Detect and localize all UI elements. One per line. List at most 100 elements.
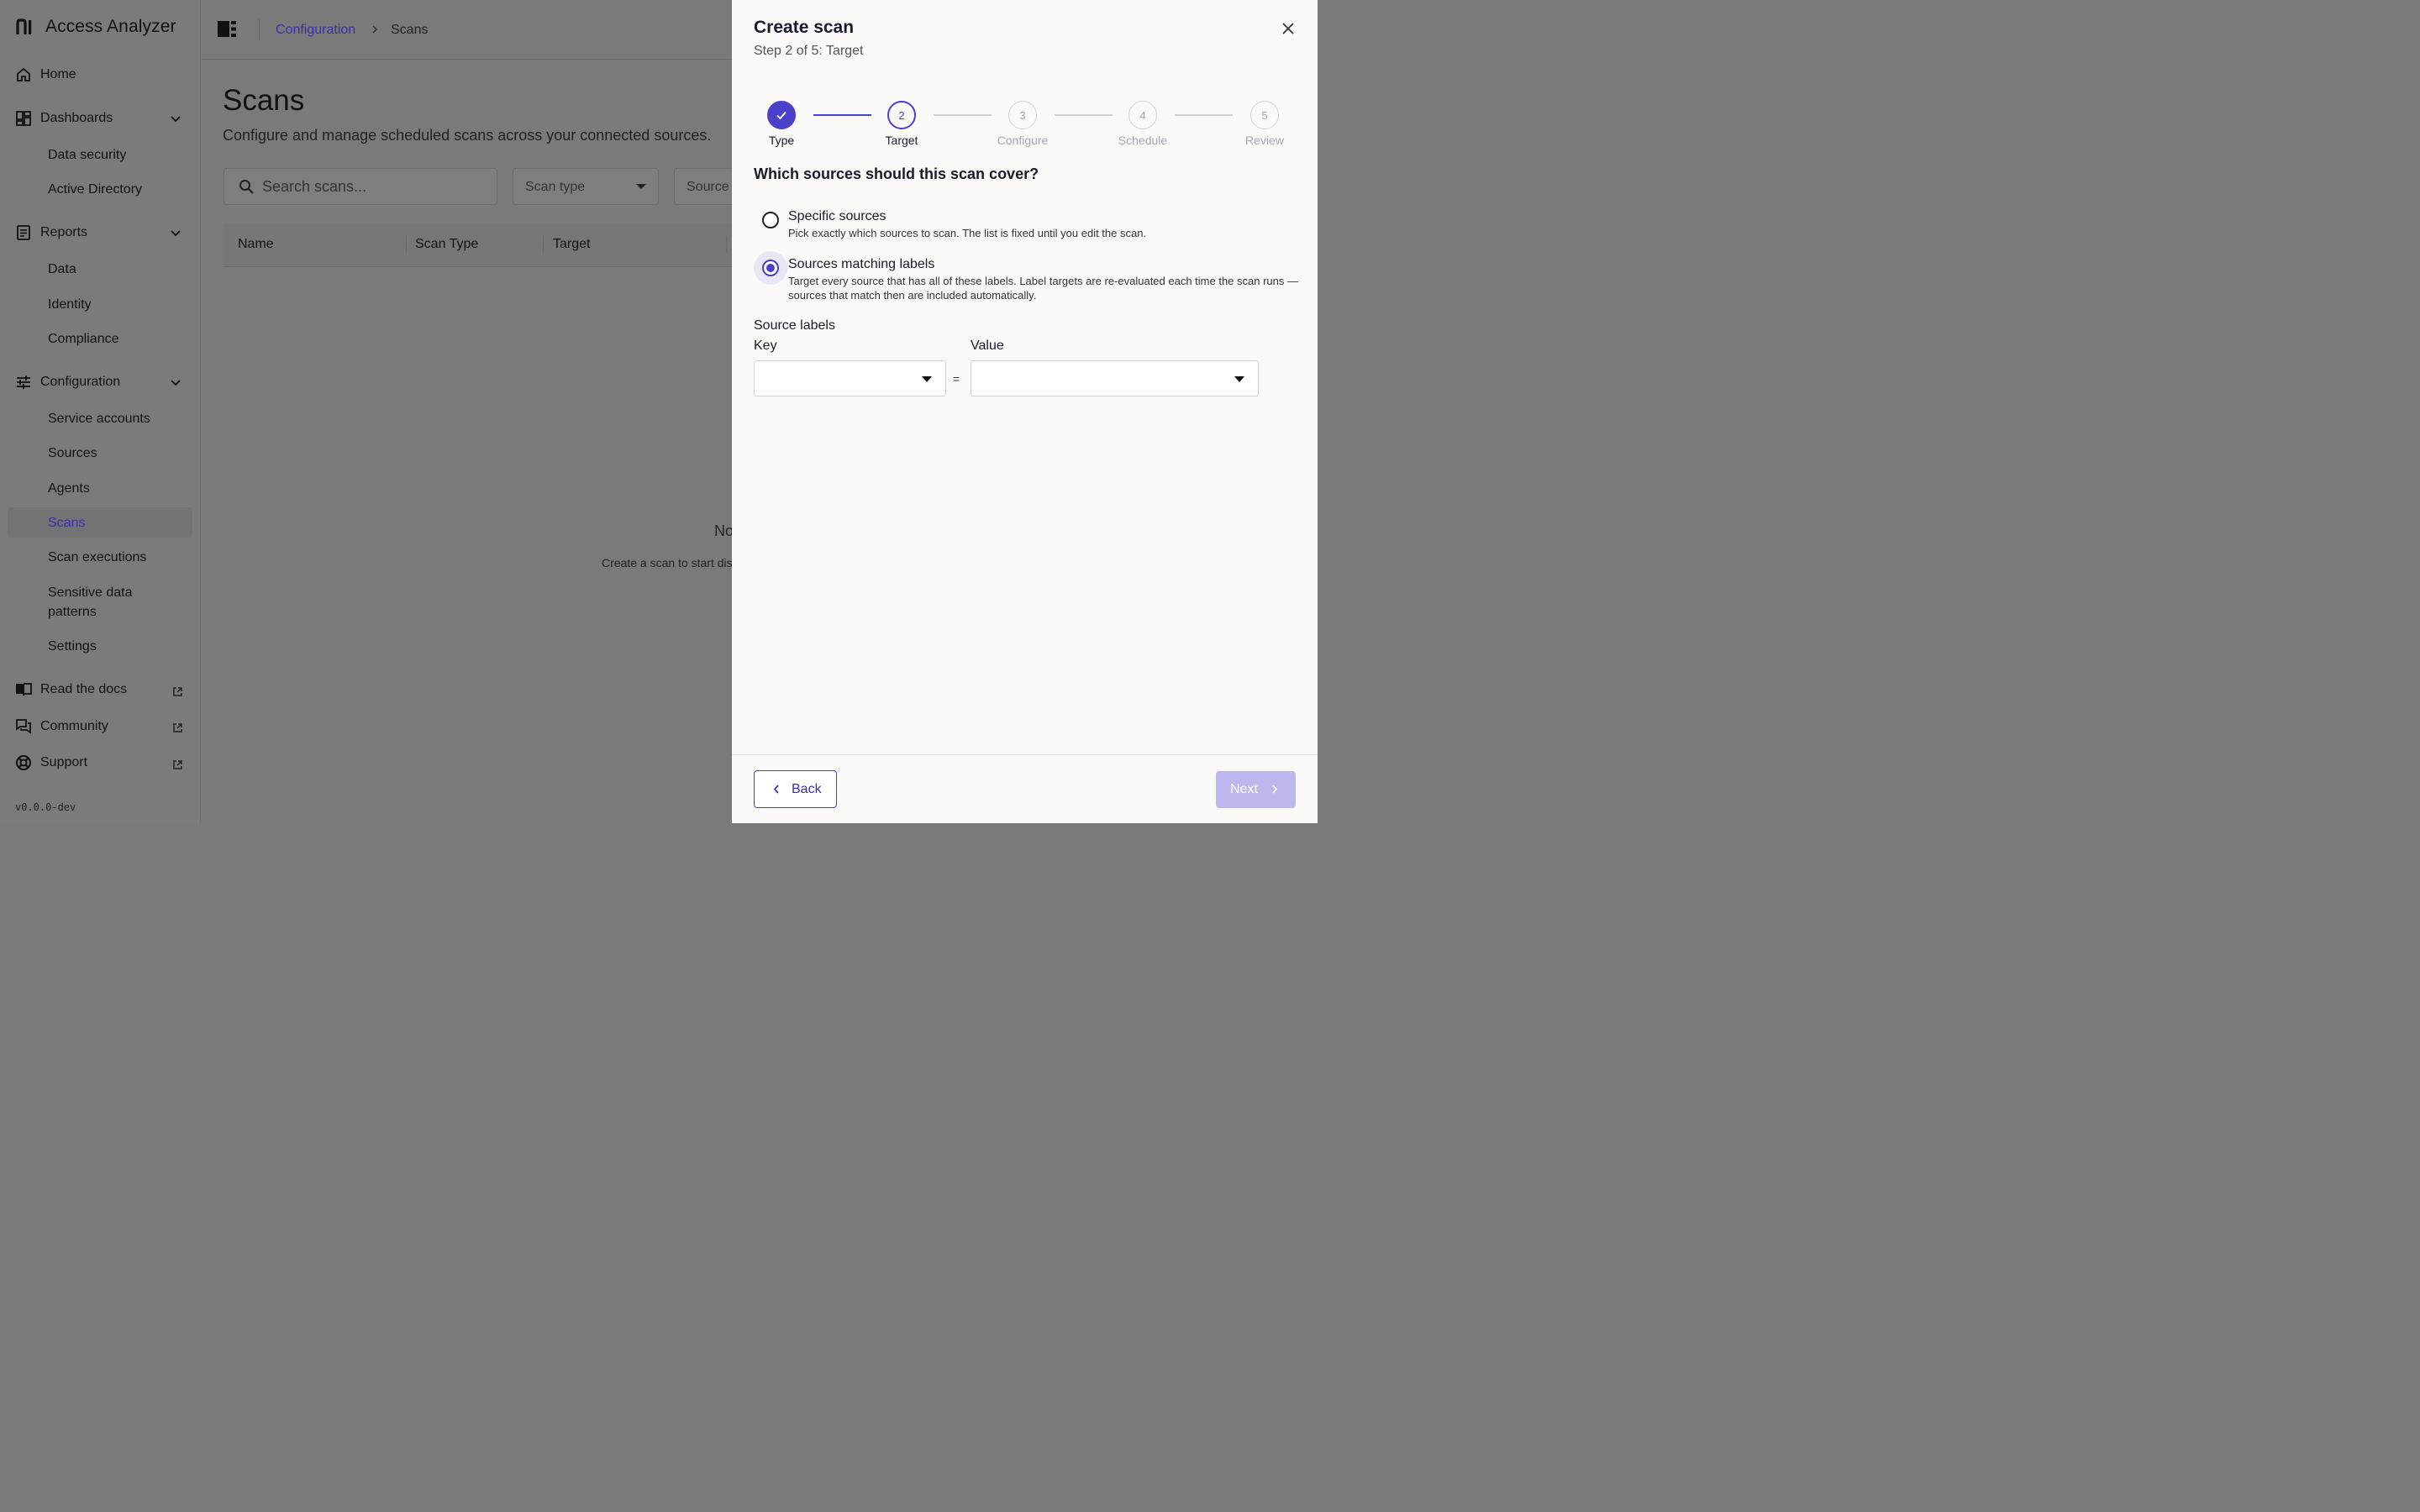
scan-type-filter-label: Scan type xyxy=(525,180,586,194)
step-5-circle: 5 xyxy=(1250,101,1279,129)
dropdown-caret-icon xyxy=(1234,376,1244,382)
nav-configuration-label: Configuration xyxy=(40,375,121,389)
breadcrumb-current: Scans xyxy=(391,23,429,37)
column-divider xyxy=(726,236,727,253)
step-2-circle: 2 xyxy=(887,101,916,129)
sidebar-item-settings[interactable]: Settings xyxy=(48,637,97,656)
target-question: Which sources should this scan cover? xyxy=(754,165,1039,182)
chevron-right-icon xyxy=(372,25,378,34)
chevron-left-icon xyxy=(773,785,779,794)
search-placeholder: Search scans... xyxy=(262,178,367,195)
book-icon xyxy=(16,683,32,696)
nav-dashboards[interactable]: Dashboards xyxy=(15,110,113,127)
chevron-right-icon xyxy=(1272,785,1278,794)
column-divider xyxy=(543,236,544,253)
step-2-label: Target xyxy=(885,134,918,147)
sidebar-item-sensitive-data-patterns[interactable]: Sensitive data patterns xyxy=(48,583,166,622)
lifebuoy-icon xyxy=(16,755,31,770)
sidebar-item-scans[interactable]: Scans xyxy=(48,513,85,533)
nav-support[interactable]: Support xyxy=(15,754,87,771)
scan-type-filter[interactable]: Scan type xyxy=(513,168,659,205)
stepper-connector xyxy=(1175,114,1233,116)
sidebar-item-sources[interactable]: Sources xyxy=(48,444,97,463)
back-button-label: Back xyxy=(792,782,822,796)
option-title[interactable]: Sources matching labels xyxy=(788,257,934,272)
chevron-down-icon[interactable] xyxy=(169,226,182,239)
nav-read-the-docs[interactable]: Read the docs xyxy=(15,681,127,698)
specific-sources-radio[interactable] xyxy=(754,203,787,237)
create-scan-drawer: Create scan Step 2 of 5: Target 2 3 4 5 … xyxy=(732,0,1318,823)
dropdown-caret-icon xyxy=(636,184,646,189)
nav-community[interactable]: Community xyxy=(15,718,108,735)
sidebar-item-scan-executions[interactable]: Scan executions xyxy=(48,548,146,567)
app-logo-icon xyxy=(16,18,32,34)
next-button[interactable]: Next xyxy=(1216,771,1296,808)
search-icon xyxy=(239,180,254,194)
key-label: Key xyxy=(754,339,777,353)
radio-circle xyxy=(762,260,779,276)
option-description: Target every source that has all of thes… xyxy=(788,275,1299,302)
dashboard-icon xyxy=(16,111,31,126)
app-name: Access Analyzer xyxy=(45,17,176,36)
report-icon xyxy=(17,225,30,240)
sidebar-item-compliance[interactable]: Compliance xyxy=(48,329,118,349)
drawer-step-text: Step 2 of 5: Target xyxy=(754,44,864,58)
chevron-down-icon[interactable] xyxy=(169,375,182,389)
sidebar-item-service-accounts[interactable]: Service accounts xyxy=(48,409,150,428)
nav-home[interactable]: Home xyxy=(15,66,76,83)
external-link-icon xyxy=(173,760,182,769)
option-title[interactable]: Specific sources xyxy=(788,209,886,224)
sidebar-item-agents[interactable]: Agents xyxy=(48,479,90,498)
breadcrumb-configuration[interactable]: Configuration xyxy=(276,23,355,38)
empty-state-title: No xyxy=(714,522,734,539)
column-name[interactable]: Name xyxy=(238,237,274,252)
drawer-title: Create scan xyxy=(754,18,855,37)
external-link-icon xyxy=(173,723,182,732)
sidebar: Access Analyzer Home Dashboards Data sec… xyxy=(0,0,201,823)
page-title: Scans xyxy=(223,84,305,117)
sources-matching-labels-radio[interactable] xyxy=(754,251,787,285)
column-divider xyxy=(406,236,407,253)
sidebar-item-data[interactable]: Data xyxy=(48,260,76,279)
step-3-label: Configure xyxy=(997,134,1049,147)
search-input[interactable]: Search scans... xyxy=(224,168,497,205)
page-subtitle: Configure and manage scheduled scans acr… xyxy=(223,127,712,144)
label-value-select[interactable] xyxy=(971,360,1259,396)
nav-dashboards-label: Dashboards xyxy=(40,111,113,125)
sidebar-item-active-directory[interactable]: Active Directory xyxy=(48,180,142,199)
chevron-down-icon[interactable] xyxy=(169,112,182,125)
step-1-label: Type xyxy=(768,134,795,147)
step-4-circle: 4 xyxy=(1128,101,1157,129)
source-labels-heading: Source labels xyxy=(754,318,835,333)
step-4-label: Schedule xyxy=(1118,134,1168,147)
drawer-footer-divider xyxy=(732,754,1318,755)
scans-table xyxy=(224,223,733,749)
step-1-circle xyxy=(767,101,796,129)
radio-circle xyxy=(762,212,779,228)
dropdown-caret-icon xyxy=(922,376,932,382)
external-link-icon xyxy=(173,687,182,696)
sidebar-item-data-security[interactable]: Data security xyxy=(48,145,126,165)
nav-support-label: Support xyxy=(40,755,88,769)
topbar-divider xyxy=(259,18,260,40)
source-filter[interactable]: Source xyxy=(674,168,741,205)
nav-reports-label: Reports xyxy=(40,225,88,239)
label-key-select[interactable] xyxy=(754,360,946,396)
nav-docs-label: Read the docs xyxy=(40,682,128,696)
nav-configuration[interactable]: Configuration xyxy=(15,374,120,391)
column-target[interactable]: Target xyxy=(553,237,590,252)
nav-reports[interactable]: Reports xyxy=(15,224,87,241)
source-filter-label: Source xyxy=(687,180,729,194)
step-3-circle: 3 xyxy=(1008,101,1037,129)
column-scan-type[interactable]: Scan Type xyxy=(415,237,478,252)
next-button-label: Next xyxy=(1230,782,1258,796)
close-icon[interactable] xyxy=(1281,21,1296,36)
check-icon xyxy=(776,111,786,120)
sidebar-toggle-icon[interactable] xyxy=(218,21,236,37)
nav-home-label: Home xyxy=(40,67,76,81)
sidebar-item-identity[interactable]: Identity xyxy=(48,295,92,314)
back-button[interactable]: Back xyxy=(754,770,837,808)
sliders-icon xyxy=(17,375,30,389)
step-5-label: Review xyxy=(1245,134,1284,147)
brand[interactable]: Access Analyzer xyxy=(15,17,176,37)
